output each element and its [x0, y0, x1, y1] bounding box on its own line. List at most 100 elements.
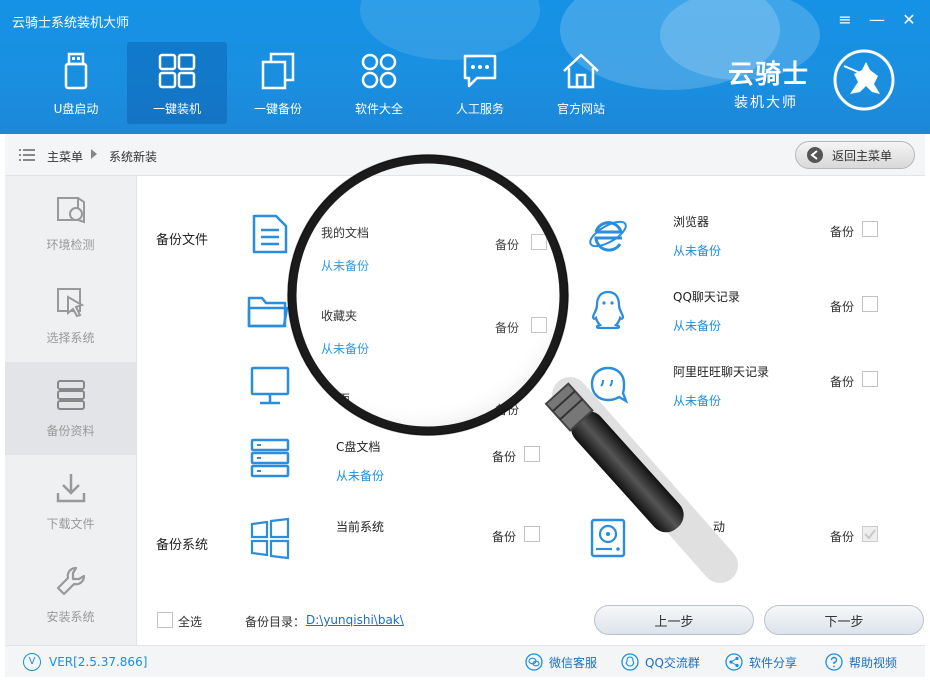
step-label: 备份资料 [46, 424, 95, 438]
item-name: 阿里旺旺聊天记录 [673, 365, 770, 379]
close-icon[interactable]: ✕ [898, 10, 920, 30]
item-status: 从未备份 [336, 469, 385, 483]
back-arrow-icon [807, 147, 823, 163]
step-label: 安装系统 [46, 610, 95, 624]
backup-label: 备份 [830, 375, 855, 389]
logo-subtext: 装机大师 [734, 95, 798, 111]
wrench-icon [56, 566, 85, 596]
nav-label: 一键备份 [253, 102, 302, 116]
brand-logo: 云骑士 装机大师 [726, 44, 896, 116]
qq-group-link[interactable]: QQ交流群 [621, 653, 700, 671]
section-title-files: 备份文件 [156, 233, 209, 248]
wechat-icon [525, 653, 543, 671]
version-text: VER[2.5.37.866] [49, 655, 148, 669]
footer-link-label: 软件分享 [749, 655, 798, 670]
logo-text: 云骑士 [728, 60, 810, 90]
apps-icon [361, 53, 397, 89]
step-label: 选择系统 [46, 331, 95, 345]
backup-checkbox[interactable] [524, 526, 540, 542]
nav-label: U盘启动 [53, 102, 99, 116]
back-to-main-button[interactable]: 返回主菜单 [795, 141, 915, 169]
wechat-support-link[interactable]: 微信客服 [525, 653, 597, 671]
title-bar: 云骑士系统装机大师 ≡ — ✕ U盘启动 一键装机 一键备份 软件大全 人工服务… [0, 0, 930, 134]
step-select-system[interactable]: 选择系统 [5, 269, 136, 362]
backup-checkbox[interactable] [862, 221, 878, 237]
windows-icon [158, 53, 196, 89]
step-label: 下载文件 [46, 517, 95, 531]
backup-panel: 备份文件 备份系统 我的文档 从未备份 备份 收藏夹 从未备份 备份 面 备份 … [138, 176, 925, 645]
nav-label: 一键装机 [152, 102, 201, 116]
menu-icon[interactable]: ≡ [834, 10, 856, 30]
step-backup-data[interactable]: 备份资料 [5, 362, 136, 455]
qq-icon [592, 290, 624, 330]
nav-official-site[interactable]: 官方网站 [531, 42, 631, 124]
desktop-icon [250, 366, 290, 405]
nav-label: 软件大全 [354, 102, 403, 116]
select-all-checkbox[interactable] [157, 612, 173, 628]
nav-software[interactable]: 软件大全 [329, 42, 429, 124]
qq-group-icon [621, 653, 639, 671]
backup-checkbox[interactable] [531, 317, 547, 333]
backup-checkbox[interactable] [524, 446, 540, 462]
item-name: QQ聊天记录 [673, 290, 740, 304]
wangwang-icon [590, 366, 629, 404]
back-button-label: 返回主菜单 [832, 148, 893, 163]
backup-checkbox-disabled[interactable] [862, 526, 878, 542]
windows-icon [250, 517, 290, 560]
main-nav: U盘启动 一键装机 一键备份 软件大全 人工服务 官方网站 [26, 42, 632, 124]
backup-label: 备份 [495, 403, 520, 417]
backup-label: 备份 [492, 530, 517, 544]
item-status: 从未备份 [673, 244, 722, 258]
copy-icon [261, 52, 295, 90]
select-all-label: 全选 [178, 615, 203, 629]
backup-checkbox[interactable] [531, 234, 547, 250]
backup-label: 备份 [492, 450, 517, 464]
knight-seal-icon [833, 49, 895, 111]
step-env-check[interactable]: 环境检测 [5, 176, 136, 269]
nav-manual-service[interactable]: 人工服务 [430, 42, 530, 124]
step-label: 环境检测 [46, 238, 95, 252]
backup-label: 备份 [830, 530, 855, 544]
backup-label: 备份 [495, 238, 520, 252]
backup-dir-link[interactable]: D:\yunqishi\bak\ [306, 613, 404, 627]
footer-link-label: QQ交流群 [645, 655, 700, 670]
breadcrumb-current: 系统新装 [109, 150, 158, 164]
nav-one-click-install[interactable]: 一键装机 [127, 42, 227, 124]
chevron-right-icon [91, 149, 97, 159]
item-status: 从未备份 [321, 342, 370, 356]
backup-checkbox[interactable] [862, 296, 878, 312]
breadcrumb: 主菜单 系统新装 返回主菜单 [5, 134, 925, 176]
app-title: 云骑士系统装机大师 [12, 16, 130, 31]
version-info: V VER[2.5.37.866] [23, 653, 147, 671]
item-status: 从未备份 [321, 259, 370, 273]
help-video-link[interactable]: 帮助视频 [825, 653, 897, 671]
next-step-button[interactable]: 下一步 [764, 605, 924, 635]
breadcrumb-root[interactable]: 主菜单 [47, 148, 83, 165]
backup-label: 备份 [830, 225, 855, 239]
prev-step-button[interactable]: 上一步 [594, 605, 754, 635]
chat-icon [463, 54, 497, 88]
item-name: 面 [338, 392, 351, 406]
item-name: 我的文档 [321, 226, 370, 240]
footer-link-label: 帮助视频 [849, 655, 898, 670]
ie-icon [589, 220, 627, 252]
backup-label: 备份 [830, 300, 855, 314]
nav-label: 人工服务 [455, 102, 504, 116]
backup-dir-label: 备份目录： [245, 615, 306, 629]
database-icon [56, 380, 85, 410]
item-name: 动 [713, 520, 726, 534]
nav-usb-boot[interactable]: U盘启动 [26, 42, 126, 124]
minimize-icon[interactable]: — [866, 10, 888, 30]
usb-icon [64, 52, 88, 90]
nav-one-click-backup[interactable]: 一键备份 [228, 42, 328, 124]
share-software-link[interactable]: 软件分享 [725, 653, 797, 671]
step-install-system[interactable]: 安装系统 [5, 548, 136, 641]
backup-checkbox[interactable] [862, 371, 878, 387]
help-icon [825, 653, 843, 671]
env-check-icon [56, 197, 85, 224]
item-name: C盘文档 [336, 440, 381, 454]
document-icon [252, 214, 288, 254]
item-name: 收藏夹 [321, 309, 358, 323]
step-download-files[interactable]: 下载文件 [5, 455, 136, 548]
server-icon [250, 438, 290, 478]
